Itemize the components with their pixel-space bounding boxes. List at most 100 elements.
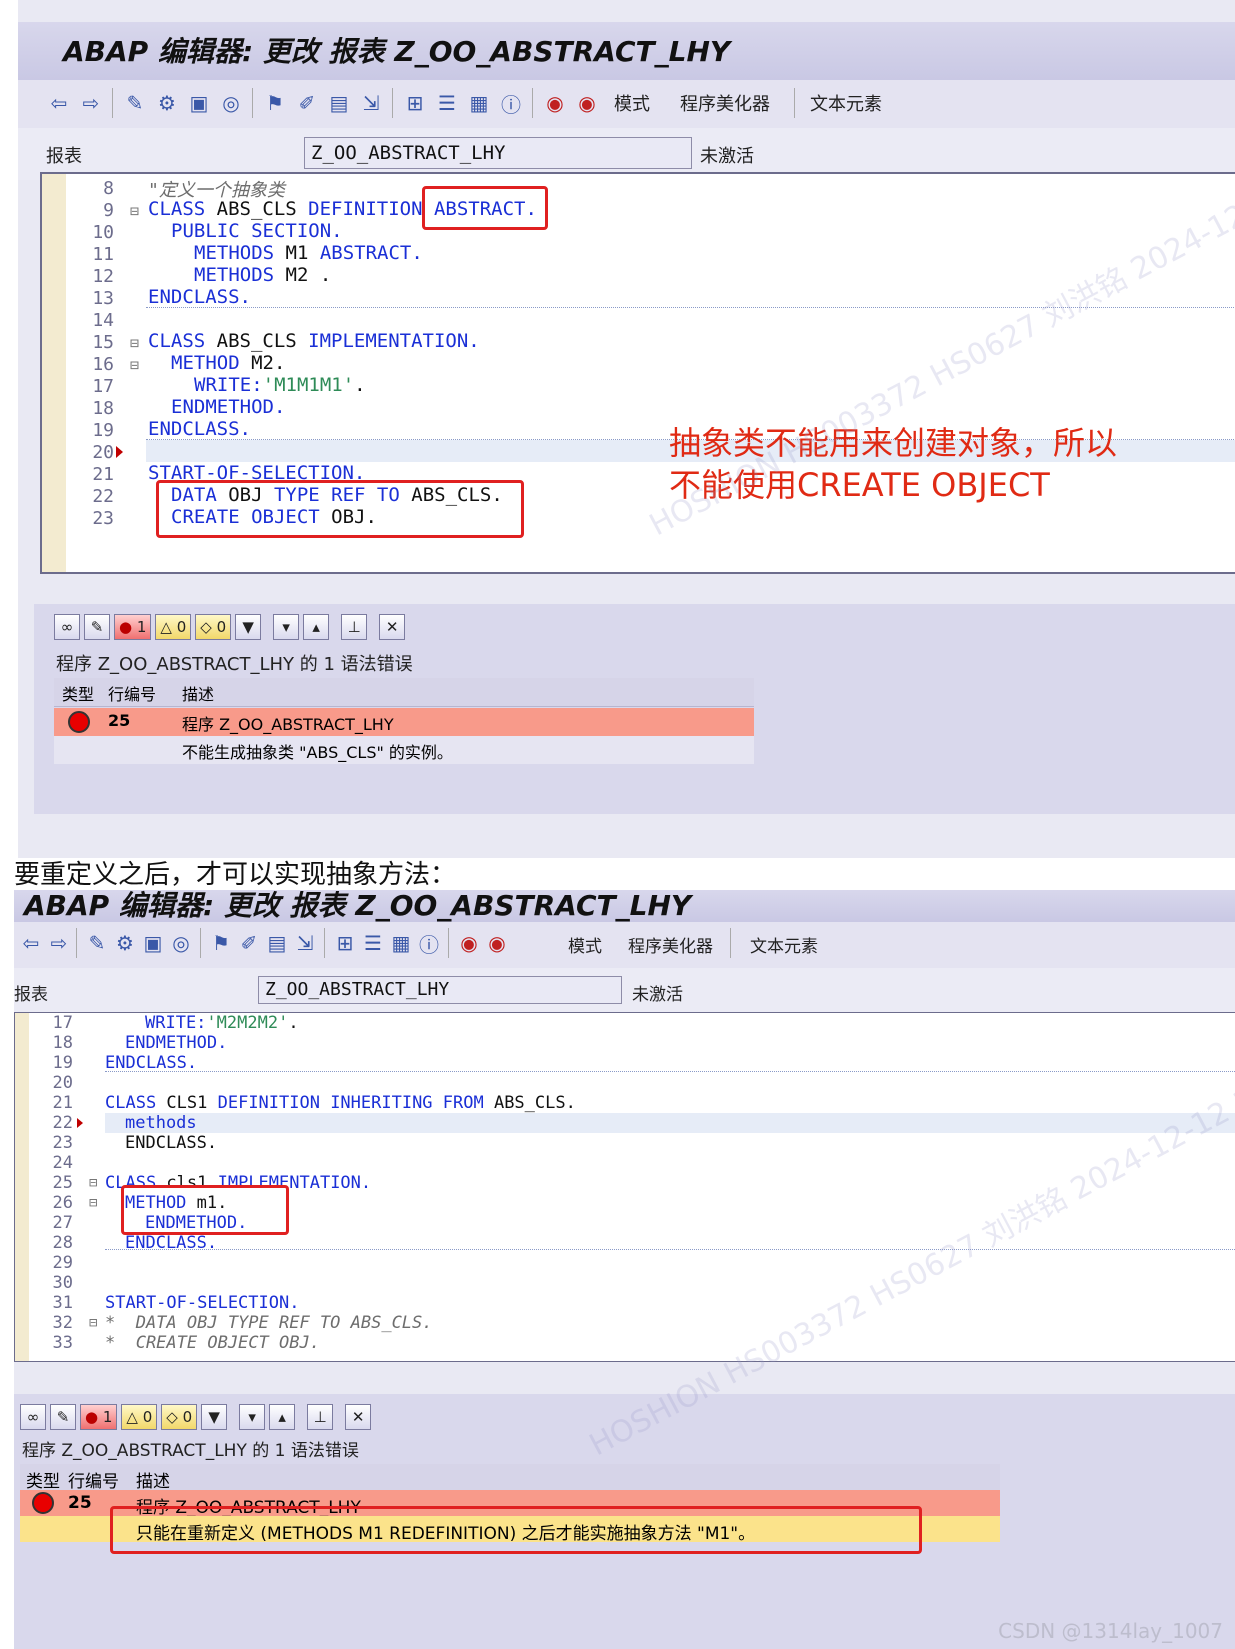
- col-desc-header[interactable]: 描述: [182, 681, 214, 705]
- program-name-field[interactable]: Z_OO_ABSTRACT_LHY: [304, 137, 692, 169]
- app-toolbar: ⇦ ⇨ ✎ ⚙ ▣ ◎ ⚑ ✐ ▤ ⇲ ⊞ ☰ ▦ ⓘ ◉ ◉ 模式 程序美化器…: [18, 80, 1235, 129]
- text-elements-button[interactable]: 文本元素: [750, 932, 818, 957]
- session-breakpoint-icon[interactable]: ◉: [574, 90, 600, 116]
- next-down-icon[interactable]: ▾: [239, 1404, 266, 1430]
- display-change-icon[interactable]: ✎: [84, 930, 110, 956]
- hierarchy-icon[interactable]: ⊞: [332, 930, 358, 956]
- pretty-printer-button[interactable]: 程序美化器: [628, 932, 713, 957]
- filter-icon[interactable]: ▼: [201, 1404, 228, 1430]
- pattern-button[interactable]: 模式: [614, 90, 650, 116]
- error-line-number: 25: [108, 711, 131, 730]
- fold-toggle-icon[interactable]: ⊟: [130, 356, 139, 374]
- breakpoint-icon[interactable]: ◉: [456, 930, 482, 956]
- glasses-icon[interactable]: ∞: [54, 614, 80, 640]
- highlight-box-error-message: [110, 1506, 922, 1554]
- fold-toggle-icon[interactable]: ⊟: [130, 334, 139, 352]
- app-toolbar: ⇦ ⇨ ✎ ⚙ ▣ ◎ ⚑ ✐ ▤ ⇲ ⊞ ☰ ▦ ⓘ ◉ ◉ 模式 程序美化器…: [14, 922, 1235, 969]
- fold-toggle-icon[interactable]: ⊟: [89, 1175, 97, 1191]
- active-inactive-icon[interactable]: ⚙: [112, 930, 138, 956]
- line-number: 17: [52, 1013, 73, 1033]
- session-breakpoint-icon[interactable]: ◉: [484, 930, 510, 956]
- error-filter-button[interactable]: ● 1: [80, 1404, 118, 1430]
- code-line: METHOD M2.: [171, 352, 286, 374]
- error-filter-button[interactable]: ● 1: [114, 614, 152, 640]
- info-filter-button[interactable]: ◇ 0: [161, 1404, 198, 1430]
- next-down-icon[interactable]: ▾: [273, 614, 300, 640]
- highlight-box-abstract: [422, 186, 548, 230]
- error-summary: 程序 Z_OO_ABSTRACT_LHY 的 1 语法错误: [56, 654, 413, 675]
- active-inactive-icon[interactable]: ⚙: [154, 90, 180, 116]
- line-number: 18: [52, 1033, 73, 1053]
- check-icon[interactable]: ◎: [168, 930, 194, 956]
- glasses-icon[interactable]: ∞: [20, 1404, 46, 1430]
- hierarchy-icon[interactable]: ⊞: [402, 90, 428, 116]
- navigation-icon[interactable]: ⇲: [292, 930, 318, 956]
- other-object-icon[interactable]: ▣: [140, 930, 166, 956]
- line-number: 12: [92, 266, 114, 287]
- previous-up-icon[interactable]: ▴: [303, 614, 330, 640]
- program-label: 报表: [14, 985, 48, 1005]
- info-icon[interactable]: ⓘ: [416, 930, 442, 957]
- program-name-field[interactable]: Z_OO_ABSTRACT_LHY: [258, 976, 622, 1004]
- activate-icon[interactable]: ⚑: [262, 90, 288, 116]
- code-line: ENDMETHOD.: [171, 396, 286, 418]
- fold-toggle-icon[interactable]: ⊟: [89, 1315, 97, 1331]
- text-elements-button[interactable]: 文本元素: [810, 90, 882, 116]
- activate-icon[interactable]: ⚑: [208, 930, 234, 956]
- pretty-printer-button[interactable]: 程序美化器: [680, 90, 770, 116]
- code-editor[interactable]: 8 9 10 11 12 13 14 15 16 17 18 19 20 21 …: [40, 172, 1235, 574]
- display-change-icon[interactable]: ✎: [122, 90, 148, 116]
- close-icon[interactable]: ✕: [379, 614, 406, 640]
- col-line-header[interactable]: 行编号: [68, 1467, 119, 1492]
- pin-icon[interactable]: ⊥: [341, 614, 368, 640]
- close-icon[interactable]: ✕: [345, 1404, 372, 1430]
- test-icon[interactable]: ✐: [236, 930, 262, 956]
- col-line-header[interactable]: 行编号: [108, 681, 156, 705]
- breakpoint-icon[interactable]: ◉: [542, 90, 568, 116]
- object-list-icon[interactable]: ☰: [360, 930, 386, 956]
- back-arrow-icon[interactable]: ⇦: [46, 90, 72, 116]
- error-row[interactable]: 25 程序 Z_OO_ABSTRACT_LHY: [54, 708, 754, 736]
- forward-arrow-icon[interactable]: ⇨: [78, 90, 104, 116]
- code-comment: * CREATE OBJECT OBJ.: [105, 1333, 320, 1353]
- where-used-icon[interactable]: ▤: [326, 90, 352, 116]
- info-icon[interactable]: ⓘ: [498, 90, 524, 117]
- col-type-header[interactable]: 类型: [62, 681, 94, 705]
- pattern-button[interactable]: 模式: [568, 932, 602, 957]
- code-line: METHODS M1 ABSTRACT.: [194, 242, 423, 264]
- where-used-icon[interactable]: ▤: [264, 930, 290, 956]
- program-label: 报表: [46, 146, 82, 167]
- warning-filter-button[interactable]: △ 0: [155, 614, 192, 640]
- line-number: 14: [92, 310, 114, 331]
- line-number: 21: [92, 464, 114, 485]
- col-desc-header[interactable]: 描述: [136, 1467, 170, 1492]
- fold-toggle-icon[interactable]: ⊟: [89, 1195, 97, 1211]
- navigation-icon[interactable]: ⇲: [358, 90, 384, 116]
- test-icon[interactable]: ✐: [294, 90, 320, 116]
- check-icon[interactable]: ◎: [218, 90, 244, 116]
- object-list-icon[interactable]: ☰: [434, 90, 460, 116]
- pattern-icon[interactable]: ▦: [466, 90, 492, 116]
- info-filter-button[interactable]: ◇ 0: [195, 614, 232, 640]
- col-type-header[interactable]: 类型: [26, 1467, 60, 1492]
- fold-toggle-icon[interactable]: ⊟: [130, 202, 139, 220]
- back-arrow-icon[interactable]: ⇦: [18, 930, 44, 956]
- line-number: 13: [92, 288, 114, 309]
- edit-pencil-icon[interactable]: ✎: [84, 614, 110, 640]
- previous-up-icon[interactable]: ▴: [269, 1404, 296, 1430]
- line-number: 26: [52, 1193, 73, 1213]
- forward-arrow-icon[interactable]: ⇨: [46, 930, 72, 956]
- pattern-icon[interactable]: ▦: [388, 930, 414, 956]
- status-label: 未激活: [700, 146, 754, 167]
- edit-pencil-icon[interactable]: ✎: [50, 1404, 76, 1430]
- error-stop-icon: [68, 711, 90, 733]
- error-row-detail: 不能生成抽象类 "ABS_CLS" 的实例。: [54, 736, 754, 764]
- pin-icon[interactable]: ⊥: [307, 1404, 334, 1430]
- other-object-icon[interactable]: ▣: [186, 90, 212, 116]
- code-line: methods: [125, 1113, 197, 1133]
- warning-filter-button[interactable]: △ 0: [121, 1404, 158, 1430]
- error-description: 不能生成抽象类 "ABS_CLS" 的实例。: [182, 743, 453, 762]
- code-line: START-OF-SELECTION.: [105, 1293, 300, 1313]
- filter-icon[interactable]: ▼: [235, 614, 262, 640]
- line-number: 18: [92, 398, 114, 419]
